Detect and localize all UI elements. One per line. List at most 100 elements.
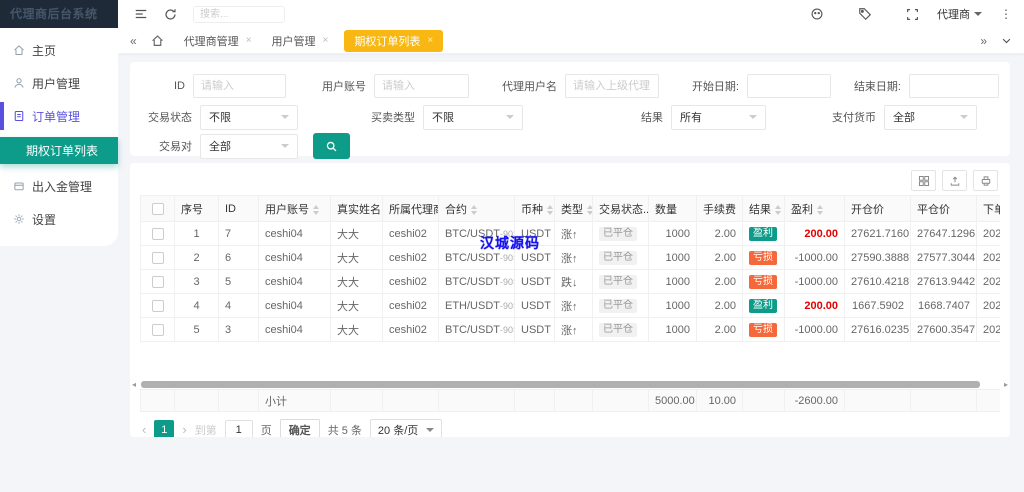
table-header-row: 序号 ID 用户账号 真实姓名 所属代理商 合约 币种 类型 交易状态.. 数量 手续费 结果 盈利 开仓…	[140, 195, 1000, 222]
sidebar-item-5[interactable]: 设置	[0, 208, 118, 230]
filter-panel: ID 用户账号 代理用户名 开始日期: 结束日期: 交易状态 不限 买卖类型 不…	[130, 62, 1010, 159]
cell-3: 大大	[330, 221, 383, 246]
more-icon[interactable]: ⋮	[1000, 7, 1012, 21]
prev-page-button[interactable]: ‹	[142, 422, 146, 437]
search-button[interactable]	[313, 133, 350, 159]
id-filter-input[interactable]	[193, 74, 286, 98]
row-checkbox[interactable]	[151, 227, 164, 240]
fullscreen-icon[interactable]	[906, 8, 919, 21]
result-badge: 盈利	[749, 226, 777, 241]
refresh-icon[interactable]	[164, 8, 177, 21]
cell-6: USDT	[514, 317, 555, 342]
sort-icon[interactable]	[313, 204, 319, 215]
agent-dropdown[interactable]: 代理商	[937, 6, 982, 22]
close-icon[interactable]: ×	[323, 35, 329, 46]
search-input[interactable]	[193, 5, 285, 23]
scroll-left-icon[interactable]: ◂	[132, 380, 136, 389]
result-badge: 亏损	[749, 322, 777, 337]
sort-icon[interactable]	[587, 204, 592, 215]
subtotal-cell-10: 5000.00	[648, 389, 697, 412]
scrollbar-thumb[interactable]	[141, 381, 980, 388]
cell-9: 1000	[648, 317, 697, 342]
sidebar-item-label: 订单管理	[32, 109, 81, 124]
column-header-8[interactable]: 交易状态..	[592, 195, 649, 222]
result-select[interactable]: 所有	[671, 104, 766, 130]
cell-12: 200.00	[784, 221, 845, 246]
cell-0: 1	[174, 221, 219, 246]
row-checkbox[interactable]	[151, 275, 164, 288]
chevron-down-icon	[506, 115, 514, 119]
column-label: 数量	[655, 203, 677, 216]
cell-11: 盈利	[742, 221, 785, 246]
sort-icon[interactable]	[817, 204, 823, 215]
cell-5: ETH/USDT-90S	[438, 293, 515, 318]
tab-label: 用户管理	[271, 35, 316, 48]
row-checkbox[interactable]	[151, 323, 164, 336]
sort-icon[interactable]	[775, 204, 781, 215]
select-all-checkbox[interactable]	[151, 202, 164, 215]
trade-type-select[interactable]: 不限	[423, 104, 523, 130]
column-header-2[interactable]: 用户账号	[258, 195, 331, 222]
next-page-button[interactable]: ›	[182, 422, 186, 437]
sort-icon[interactable]	[547, 204, 553, 215]
cell-10: 2.00	[696, 293, 743, 318]
cell-14: 27647.1296	[910, 221, 977, 246]
current-page-button[interactable]: 1	[154, 419, 175, 437]
columns-button[interactable]	[911, 170, 936, 191]
column-header-12[interactable]: 盈利	[784, 195, 845, 222]
sidebar-item-4[interactable]: 出入金管理	[0, 175, 118, 197]
tabbar-right: »	[980, 34, 1012, 48]
agent-name-filter-input[interactable]	[565, 74, 659, 98]
page-unit-label: 页	[260, 424, 272, 437]
goto-page-input[interactable]	[224, 420, 253, 437]
filter-row-1: ID 用户账号 代理用户名 开始日期: 结束日期:	[130, 62, 1010, 99]
tab-2[interactable]: 期权订单列表 ×	[344, 29, 444, 52]
close-icon[interactable]: ×	[427, 35, 433, 46]
confirm-page-button[interactable]: 确定	[279, 419, 320, 437]
start-date-input[interactable]	[747, 74, 831, 98]
column-label: 下单时间	[983, 203, 1000, 216]
column-header-7[interactable]: 类型	[554, 195, 593, 222]
tabs-forward-icon[interactable]: »	[980, 34, 987, 48]
trade-status-select[interactable]: 不限	[200, 104, 298, 130]
pay-coin-select[interactable]: 全部	[884, 104, 977, 130]
tab-label: 代理商管理	[183, 35, 239, 48]
page-size-select[interactable]: 20 条/页	[369, 419, 443, 437]
column-header-5[interactable]: 合约	[438, 195, 515, 222]
row-checkbox[interactable]	[151, 299, 164, 312]
sidebar-subitem-3[interactable]: 期权订单列表	[0, 137, 118, 164]
cell-7: 涨↑	[554, 293, 593, 318]
sidebar-item-2[interactable]: 订单管理	[0, 102, 118, 130]
sort-icon[interactable]	[471, 204, 477, 215]
tabs-collapse-icon[interactable]: «	[130, 34, 137, 48]
column-header-11[interactable]: 结果	[742, 195, 785, 222]
pair-select[interactable]: 全部	[200, 133, 298, 159]
subtotal-table: 小计 5000.00 10.00 -2600.00	[140, 389, 1000, 412]
tabs-menu-icon[interactable]	[1001, 35, 1012, 46]
contract-period: -90S	[500, 252, 514, 263]
column-header-13: 开仓价	[844, 195, 911, 222]
sidebar-nav: 主页用户管理订单管理期权订单列表出入金管理设置	[0, 39, 118, 230]
export-button[interactable]	[942, 170, 967, 191]
cell-0: 4	[174, 293, 219, 318]
end-date-input[interactable]	[909, 74, 999, 98]
column-header-6[interactable]: 币种	[514, 195, 555, 222]
tab-0[interactable]: 代理商管理 ×	[184, 33, 252, 49]
account-filter-input[interactable]	[374, 74, 469, 98]
user-icon	[12, 77, 26, 89]
menu-collapse-icon[interactable]	[134, 7, 148, 21]
close-icon[interactable]: ×	[246, 35, 252, 46]
home-tab-icon[interactable]	[151, 34, 164, 47]
subtotal-cell-12	[742, 389, 785, 412]
sidebar-item-1[interactable]: 用户管理	[0, 72, 118, 94]
home-icon	[12, 44, 26, 56]
scroll-right-icon[interactable]: ▸	[1004, 380, 1008, 389]
tab-1[interactable]: 用户管理 ×	[272, 33, 329, 49]
row-checkbox[interactable]	[151, 251, 164, 264]
tag-icon[interactable]	[858, 7, 872, 21]
print-button[interactable]	[973, 170, 998, 191]
theme-icon[interactable]	[810, 7, 824, 21]
sidebar-item-label: 出入金管理	[32, 179, 93, 194]
sidebar-item-0[interactable]: 主页	[0, 39, 118, 61]
contract-name: BTC/USDT	[445, 251, 500, 264]
